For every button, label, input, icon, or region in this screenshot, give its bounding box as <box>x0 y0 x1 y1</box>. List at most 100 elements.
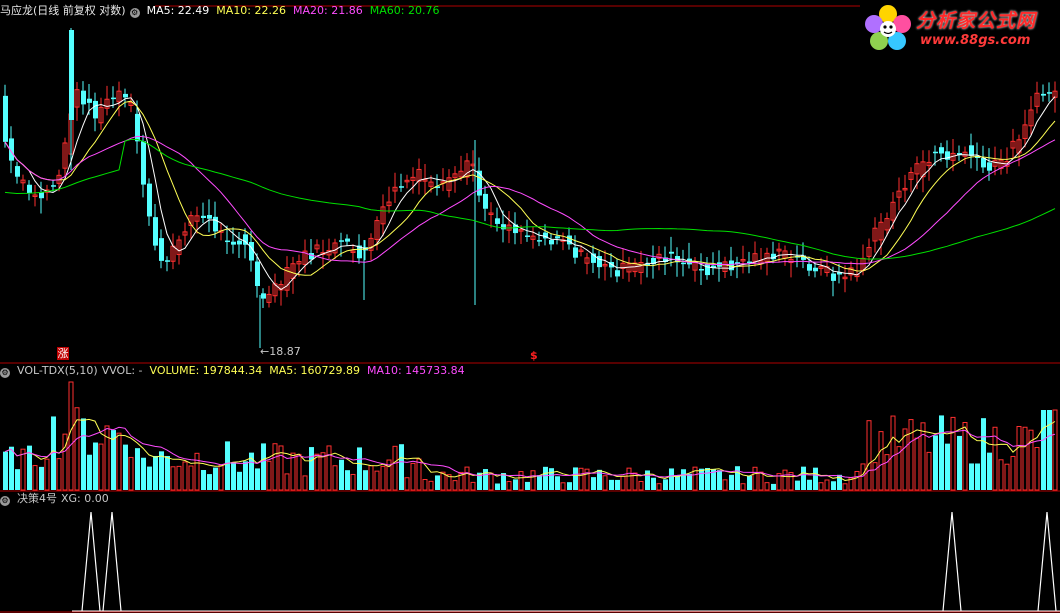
volume-bar <box>645 470 650 490</box>
volume-bar <box>939 415 944 490</box>
volume-bar <box>243 461 248 490</box>
dollar-marker[interactable]: $ <box>530 349 538 362</box>
volume-bar <box>213 467 218 490</box>
watermark-url: www.88gs.com <box>920 33 1031 48</box>
candle-body <box>111 97 116 100</box>
volume-bar <box>176 465 182 491</box>
volume-bar <box>350 473 356 491</box>
volume-bar <box>591 477 596 490</box>
candle-body <box>237 240 242 245</box>
candle-body <box>525 235 530 237</box>
volume-bar <box>314 453 320 491</box>
volume-bar <box>1004 463 1010 491</box>
volume-bar <box>638 480 644 491</box>
volume-bar <box>225 441 230 490</box>
volume-ma5-value: MA5: 160729.89 <box>269 364 360 377</box>
volume-bar <box>933 435 938 490</box>
volume-bar <box>15 469 20 490</box>
vvol-value: VVOL: - <box>101 364 143 377</box>
candle-body <box>87 98 92 103</box>
candle-body <box>213 216 218 232</box>
volume-bar <box>159 451 164 490</box>
gear-icon[interactable]: ⚙ <box>129 8 140 18</box>
xg-value: XG: 0.00 <box>61 492 109 505</box>
candle-body <box>51 185 56 187</box>
volume-bar <box>981 418 986 490</box>
volume-bar <box>170 466 176 491</box>
candle-body <box>699 268 704 271</box>
volume-bar <box>357 447 362 490</box>
volume-bar <box>675 475 680 490</box>
volume-bar <box>201 470 206 490</box>
volume-bar <box>302 475 308 491</box>
volume-bar <box>165 455 170 490</box>
candle-body <box>807 264 812 271</box>
volume-bar <box>975 463 980 490</box>
candle-body <box>1041 93 1046 96</box>
volume-bar <box>950 416 956 491</box>
volume-bar <box>957 435 962 490</box>
candle-body <box>681 262 686 265</box>
volume-bar <box>842 483 848 491</box>
volume-bar <box>399 444 404 490</box>
volume-bar <box>392 445 398 491</box>
price-ma10-value: MA10: 22.26 <box>216 4 287 17</box>
candle-body <box>225 240 230 243</box>
volume-bar <box>290 452 296 491</box>
volume-bar <box>945 443 950 490</box>
limit-up-marker[interactable]: 涨 <box>57 347 69 360</box>
stock-chart-canvas[interactable] <box>0 0 1060 613</box>
volume-bar <box>506 481 512 491</box>
volume-bar <box>266 460 272 491</box>
candle-body <box>537 240 542 242</box>
xg-panel-header: ⚙ 决策4号 XG: 0.00 <box>0 491 116 507</box>
candle-body <box>123 93 128 98</box>
candle-body <box>201 215 206 218</box>
price-panel-title[interactable]: 马应龙(日线 前复权 对数) <box>0 3 126 19</box>
candle-body <box>159 238 164 261</box>
volume-bar <box>93 442 98 490</box>
volume-bar <box>404 477 410 491</box>
volume-bar <box>32 465 38 491</box>
volume-bar <box>1041 410 1046 490</box>
volume-bar <box>573 467 578 490</box>
volume-bar <box>578 467 584 491</box>
candle-body <box>255 261 260 287</box>
volume-bar <box>914 437 920 491</box>
candle-body <box>669 251 674 254</box>
volume-indicator-name[interactable]: VOL-TDX(5,10) <box>17 363 98 379</box>
volume-bar <box>771 483 776 490</box>
volume-bar <box>39 466 44 490</box>
volume-bar <box>116 432 122 491</box>
volume-bar <box>410 462 416 491</box>
candle-body <box>987 162 992 171</box>
gear-icon[interactable]: ⚙ <box>0 496 10 506</box>
watermark-name: 分析家公式网 <box>916 10 1037 32</box>
volume-bar <box>807 479 812 490</box>
candle-body <box>165 260 170 262</box>
volume-bar <box>309 447 314 490</box>
volume-bar <box>194 452 200 491</box>
volume-bar <box>218 464 224 491</box>
volume-bar <box>296 453 302 491</box>
volume-bar <box>345 470 350 490</box>
volume-bar <box>782 469 788 491</box>
volume-bar <box>153 455 158 490</box>
volume-bar <box>320 452 326 491</box>
candle-body <box>27 184 32 194</box>
candle-body <box>939 147 944 154</box>
xg-indicator-name[interactable]: 决策4号 <box>17 491 57 507</box>
price-panel-header: 马应龙(日线 前复权 对数) ⚙ MA5: 22.49 MA10: 22.26 MA20… <box>0 3 446 19</box>
candle-body <box>831 273 836 281</box>
volume-bar <box>902 428 908 491</box>
volume-bar <box>567 482 572 490</box>
volume-bar <box>326 445 332 491</box>
volume-bar <box>231 462 236 490</box>
gear-icon[interactable]: ⚙ <box>0 368 10 378</box>
volume-bar <box>795 480 800 490</box>
candle-body <box>813 267 818 272</box>
volume-bar <box>141 457 146 490</box>
volume-bar <box>890 415 896 491</box>
volume-bar <box>609 479 614 490</box>
volume-bar <box>669 468 674 490</box>
